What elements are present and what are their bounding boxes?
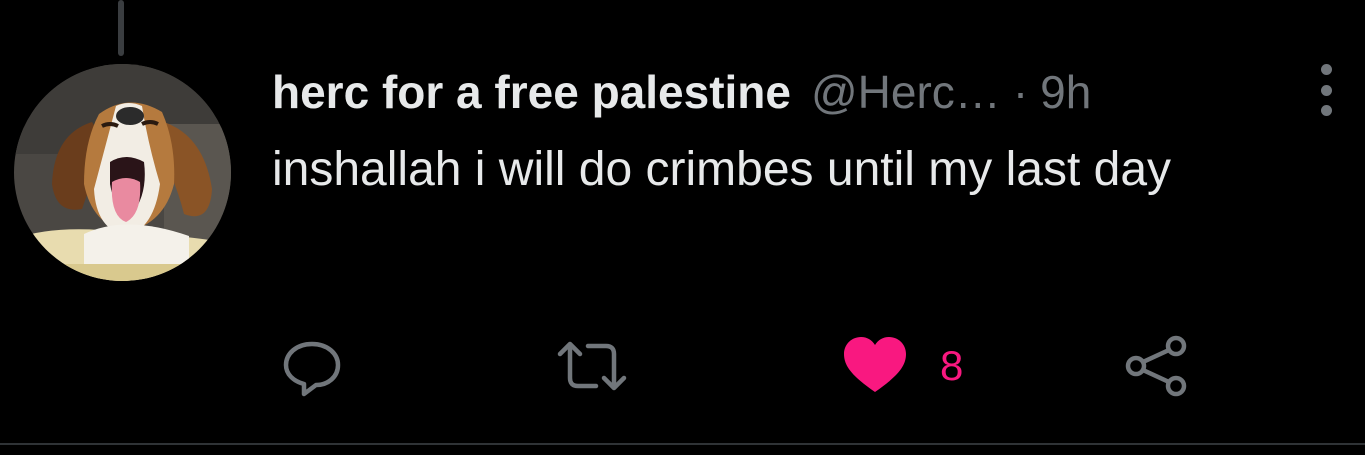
user-handle[interactable]: @Herc… [811,65,1001,119]
thread-connector-line [118,0,124,56]
share-icon [1125,335,1187,397]
heart-filled-icon [844,337,906,392]
display-name[interactable]: herc for a free palestine [272,65,791,119]
like-button[interactable]: 8 [842,334,963,398]
timestamp[interactable]: 9h [1040,65,1091,119]
like-count: 8 [940,342,964,389]
reply-bubble-icon [283,341,341,397]
share-button[interactable] [1124,334,1190,398]
separator-dot: · [1012,66,1029,118]
retweet-button[interactable] [556,334,628,398]
tweet-actions: 8 [0,334,1365,398]
more-vertical-icon[interactable] [1308,64,1344,116]
beagle-avatar-image [14,64,231,281]
reply-button[interactable] [280,334,344,398]
tweet-header: herc for a free palestine @Herc… · 9h [272,62,1272,122]
retweet-icon [557,341,627,391]
tweet-text: inshallah i will do crimbes until my las… [272,143,1172,196]
divider [0,443,1365,445]
avatar[interactable] [14,64,231,281]
